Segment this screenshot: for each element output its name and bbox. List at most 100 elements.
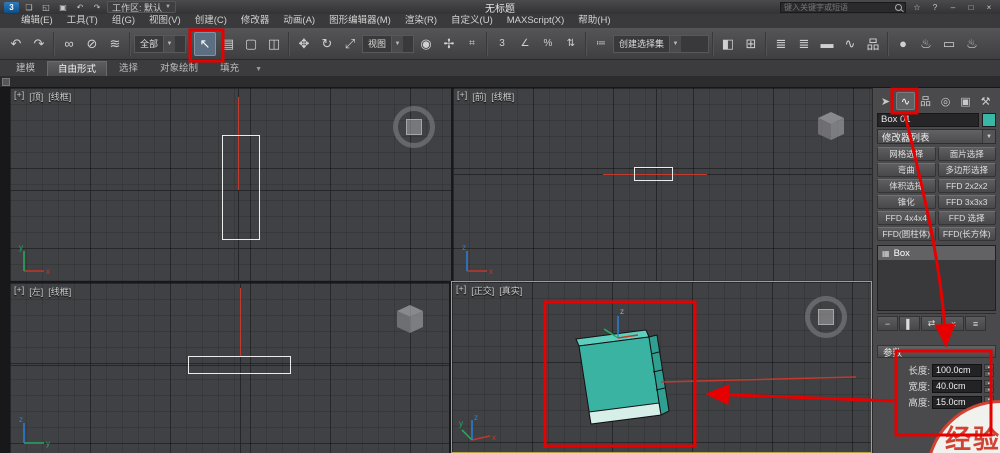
modifier-list-dropdown[interactable]: 修改器列表 ▼ <box>877 129 996 144</box>
ribbon-tab-object-paint[interactable]: 对象绘制 <box>150 61 208 76</box>
box-wireframe-top[interactable] <box>222 135 260 240</box>
select-and-link-icon[interactable]: ∞ <box>58 32 80 56</box>
viewport-menu-plus[interactable]: [+] <box>457 90 467 103</box>
length-field[interactable]: 100.0cm <box>932 363 982 377</box>
redo-icon[interactable]: ↷ <box>90 2 104 13</box>
width-field[interactable]: 40.0cm <box>932 379 982 393</box>
viewport-shading-label[interactable]: [线框] <box>48 90 71 103</box>
modifier-button[interactable]: FFD(圆柱体) <box>877 227 936 241</box>
menu-views[interactable]: 视图(V) <box>142 14 188 28</box>
material-editor-button[interactable]: ● <box>892 32 914 56</box>
unlink-selection-icon[interactable]: ⊘ <box>81 32 103 56</box>
menu-animation[interactable]: 动画(A) <box>276 14 322 28</box>
viewcube[interactable] <box>814 108 848 142</box>
undo-button[interactable]: ↶ <box>5 32 27 56</box>
select-and-scale-button[interactable]: ⤢ <box>339 32 361 56</box>
use-pivot-center-button[interactable]: ◉ <box>415 32 437 56</box>
redo-button[interactable]: ↷ <box>28 32 50 56</box>
named-selection-set-dropdown[interactable]: 创建选择集 ▼ <box>613 34 709 53</box>
toggle-layer-explorer-button[interactable]: ≣ <box>793 32 815 56</box>
snap-toggle-3d[interactable]: 3 <box>491 32 513 56</box>
viewport-front[interactable]: [+] [前] [线框] x z <box>453 88 872 281</box>
save-file-icon[interactable]: ▣ <box>56 2 70 13</box>
length-spinner[interactable]: ▲ ▼ <box>984 363 994 377</box>
search-input[interactable] <box>784 2 892 12</box>
menu-edit[interactable]: 编辑(E) <box>14 14 60 28</box>
schematic-view-button[interactable]: 品 <box>862 32 884 56</box>
reference-coordinate-dropdown[interactable]: 视图 ▼ <box>362 34 414 53</box>
viewport-pov-label[interactable]: [正交] <box>471 284 494 297</box>
modifier-button[interactable]: FFD 4x4x4 <box>877 211 936 225</box>
ribbon-tab-freeform[interactable]: 自由形式 <box>47 61 108 76</box>
viewcube-face[interactable] <box>818 309 834 325</box>
pin-stack-button[interactable]: − <box>877 316 898 331</box>
modifier-button[interactable]: FFD 3x3x3 <box>937 195 996 209</box>
help-icon[interactable]: ? <box>928 2 942 13</box>
box-wireframe-front[interactable] <box>634 167 673 181</box>
tab-hierarchy[interactable]: 品 <box>916 92 935 110</box>
width-spinner[interactable]: ▲ ▼ <box>984 379 994 393</box>
modifier-button[interactable]: FFD 2x2x2 <box>937 179 996 193</box>
box-wireframe-left[interactable] <box>188 356 291 374</box>
new-scene-icon[interactable]: ❏ <box>22 2 36 13</box>
configure-modifier-sets-button[interactable]: ≡ <box>965 316 986 331</box>
select-by-name-button[interactable]: ▤ <box>217 32 239 56</box>
viewport-shading-label[interactable]: [线框] <box>48 285 71 298</box>
viewport-menu-plus[interactable]: [+] <box>14 285 24 298</box>
modifier-button[interactable]: 体积选择 <box>877 179 936 193</box>
align-button[interactable]: ⊞ <box>740 32 762 56</box>
viewport-top[interactable]: [+] [顶] [线框] x y <box>10 88 451 281</box>
select-and-rotate-button[interactable]: ↻ <box>316 32 338 56</box>
modifier-button[interactable]: FFD 选择 <box>937 211 996 225</box>
tab-display[interactable]: ▣ <box>956 92 975 110</box>
remove-modifier-button[interactable]: × <box>943 316 964 331</box>
ribbon-collapse-icon[interactable]: ▼ <box>255 66 262 76</box>
tab-utilities[interactable]: ⚒ <box>976 92 995 110</box>
ribbon-tab-populate[interactable]: 填充 <box>210 61 249 76</box>
menu-help[interactable]: 帮助(H) <box>571 14 617 28</box>
object-name-field[interactable]: Box 01 <box>877 113 979 127</box>
viewcube[interactable] <box>805 296 847 338</box>
modifier-button[interactable]: FFD(长方体) <box>937 227 996 241</box>
mirror-button[interactable]: ◧ <box>717 32 739 56</box>
menu-rendering[interactable]: 渲染(R) <box>398 14 444 28</box>
viewport-pov-label[interactable]: [顶] <box>29 90 43 103</box>
select-and-manipulate-button[interactable]: ✢ <box>438 32 460 56</box>
modifier-stack[interactable]: ▦ Box <box>877 245 996 311</box>
show-end-result-button[interactable]: ▌ <box>899 316 920 331</box>
minimize-icon[interactable]: – <box>946 2 960 13</box>
menu-tools[interactable]: 工具(T) <box>60 14 105 28</box>
modifier-button[interactable]: 多边形选择 <box>937 163 996 177</box>
menu-maxscript[interactable]: MAXScript(X) <box>500 14 572 28</box>
spin-up-icon[interactable]: ▲ <box>984 363 994 370</box>
keyboard-override-toggle[interactable]: ⌗ <box>461 32 483 56</box>
viewport-menu-plus[interactable]: [+] <box>456 284 466 297</box>
close-icon[interactable]: × <box>982 2 996 13</box>
ribbon-panel-stub[interactable] <box>2 78 10 86</box>
render-production-button[interactable]: ♨ <box>961 32 983 56</box>
selection-filter-dropdown[interactable]: 全部 ▼ <box>134 34 186 53</box>
toggle-ribbon-button[interactable]: ▬ <box>816 32 838 56</box>
tab-modify[interactable]: ∿ <box>896 92 915 110</box>
viewport-pov-label[interactable]: [前] <box>472 90 486 103</box>
viewport-menu-plus[interactable]: [+] <box>14 90 24 103</box>
spin-up-icon[interactable]: ▲ <box>984 379 994 386</box>
toggle-scene-explorer-button[interactable]: ≣ <box>770 32 792 56</box>
open-file-icon[interactable]: ◱ <box>39 2 53 13</box>
stack-item-box[interactable]: ▦ Box <box>878 246 995 260</box>
rectangular-selection-region-button[interactable]: ▢ <box>240 32 262 56</box>
modifier-button[interactable]: 弯曲 <box>877 163 936 177</box>
angle-snap-toggle[interactable]: ∠ <box>514 32 536 56</box>
menu-group[interactable]: 组(G) <box>105 14 142 28</box>
app-logo-icon[interactable]: 3 <box>4 1 19 13</box>
viewcube-face[interactable] <box>406 119 422 135</box>
maximize-icon[interactable]: □ <box>964 2 978 13</box>
spin-down-icon[interactable]: ▼ <box>984 370 994 377</box>
object-color-swatch[interactable] <box>982 113 996 127</box>
viewport-orthographic[interactable]: [+] [正交] [真实] z x y z <box>451 281 872 453</box>
viewport-pov-label[interactable]: [左] <box>29 285 43 298</box>
viewport-shading-label[interactable]: [线框] <box>491 90 514 103</box>
spinner-snap-toggle[interactable]: ⇅ <box>560 32 582 56</box>
workspace-dropdown[interactable]: 工作区: 默认 ▼ <box>107 1 176 13</box>
parameters-rollout-header[interactable]: 参数 <box>877 345 996 359</box>
